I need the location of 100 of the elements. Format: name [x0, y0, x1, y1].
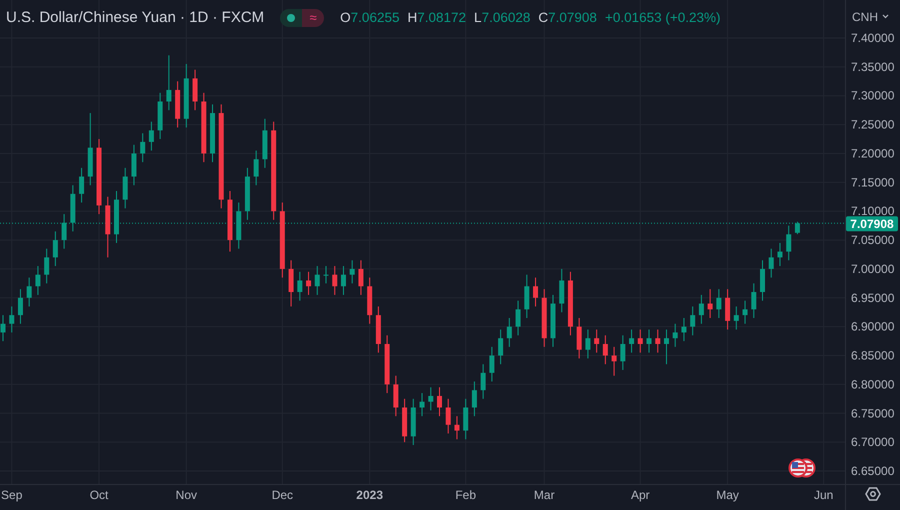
- candlestick: [332, 266, 338, 296]
- candlestick: [9, 306, 14, 333]
- time-axis-label: May: [716, 488, 739, 502]
- candlestick: [794, 221, 800, 235]
- candlestick: [210, 104, 216, 163]
- candlestick: [131, 144, 136, 186]
- candlestick: [646, 329, 652, 354]
- candlestick: [664, 329, 669, 365]
- candlestick: [297, 271, 302, 302]
- time-axis-label: Apr: [630, 488, 650, 502]
- price-axis-label: 7.35000: [851, 60, 894, 74]
- candlestick: [708, 288, 713, 318]
- candlestick: [35, 266, 40, 296]
- candlestick: [620, 334, 626, 370]
- candlestick: [166, 54, 172, 111]
- price-axis-label: 6.85000: [851, 348, 894, 363]
- candlestick: [184, 63, 189, 128]
- currency-dropdown[interactable]: CNH: [852, 10, 888, 24]
- time-axis-label: Oct: [90, 488, 108, 502]
- candlestick: [725, 288, 730, 330]
- candlestick: [376, 306, 381, 354]
- candlestick: [105, 196, 110, 258]
- candlestick: [192, 69, 198, 111]
- price-axis-label: 7.30000: [851, 88, 894, 103]
- candlestick: [480, 364, 486, 400]
- candlestick: [158, 92, 163, 140]
- time-axis-label: Mar: [534, 488, 555, 502]
- time-axis-label: Feb: [455, 488, 476, 502]
- candlestick: [489, 346, 494, 382]
- candlestick: [402, 398, 408, 443]
- time-axis-label: Jun: [814, 488, 834, 502]
- candlestick: [148, 121, 154, 152]
- candlestick: [751, 282, 756, 318]
- candlestick: [559, 268, 564, 313]
- candlestick: [306, 271, 312, 296]
- ohlc-value: L7.06028: [474, 9, 530, 27]
- candlestick: [410, 398, 416, 446]
- candlestick: [463, 398, 468, 440]
- candlestick: [734, 306, 739, 330]
- ohlc-value: H7.08172: [407, 9, 466, 27]
- candlestick: [79, 167, 84, 204]
- price-axis-label: 7.00000: [851, 262, 894, 276]
- delayed-data-badge[interactable]: ≈: [302, 9, 324, 27]
- candlestick: [602, 334, 608, 365]
- candlestick: [324, 266, 328, 284]
- candlestick: [367, 277, 372, 324]
- candlestick: [254, 150, 259, 186]
- price-axis-label: 6.70000: [851, 435, 894, 450]
- last-price-tag: 7.07908: [846, 216, 898, 232]
- candlestick: [44, 248, 50, 284]
- candlestick: [672, 323, 678, 348]
- candlestick: [629, 329, 634, 354]
- candlestick: [314, 266, 320, 296]
- candlestick: [350, 260, 355, 284]
- candlestick: [437, 386, 442, 417]
- candlestick: [446, 398, 451, 434]
- candlestick: [550, 294, 556, 348]
- candlestick: [542, 288, 547, 348]
- candlestick: [716, 288, 722, 318]
- candlestick: [524, 274, 530, 318]
- candlestick: [585, 329, 590, 359]
- candlestick: [393, 375, 398, 417]
- candlestick: [655, 329, 660, 354]
- settings-icon[interactable]: [865, 487, 881, 501]
- time-axis-label: Sep: [1, 488, 22, 502]
- candlestick: [340, 266, 346, 296]
- price-axis-label: 7.15000: [851, 175, 894, 190]
- candlestick: [742, 300, 748, 324]
- candlestick: [681, 318, 686, 342]
- price-axis-label: 7.10000: [851, 204, 894, 218]
- candlestick: [175, 80, 180, 128]
- candlestick: [472, 381, 477, 417]
- candlestick: [0, 314, 6, 342]
- candlestick: [516, 300, 521, 336]
- candlestick: [122, 167, 128, 209]
- candlestick: [760, 260, 765, 302]
- candlestick: [227, 190, 232, 252]
- price-change: +0.01653 (+0.23%): [604, 9, 721, 27]
- candlestick: [236, 202, 242, 250]
- candlestick: [777, 242, 782, 267]
- candlestick: [18, 288, 23, 324]
- candlestick: [140, 132, 146, 163]
- time-axis-label: Dec: [272, 488, 294, 502]
- price-axis-label: 7.25000: [851, 118, 894, 132]
- symbol-title[interactable]: U.S. Dollar/Chinese Yuan · 1D · FXCM: [6, 8, 264, 28]
- flag-icon[interactable]: [788, 458, 816, 478]
- candlestick: [384, 334, 390, 394]
- candlestick: [533, 277, 538, 307]
- candlestick: [62, 214, 67, 250]
- candlestick: [594, 329, 600, 354]
- candlestick: [698, 294, 704, 324]
- candlestick: [420, 392, 425, 417]
- candlestick: [638, 329, 643, 354]
- price-axis-label: 6.75000: [851, 406, 894, 420]
- candlestick: [786, 225, 792, 261]
- price-axis-label: 7.05000: [851, 233, 894, 248]
- candlestick: [244, 167, 250, 220]
- candlestick: [262, 118, 268, 168]
- price-axis-label: 7.20000: [851, 146, 894, 160]
- candlestick: [288, 260, 294, 307]
